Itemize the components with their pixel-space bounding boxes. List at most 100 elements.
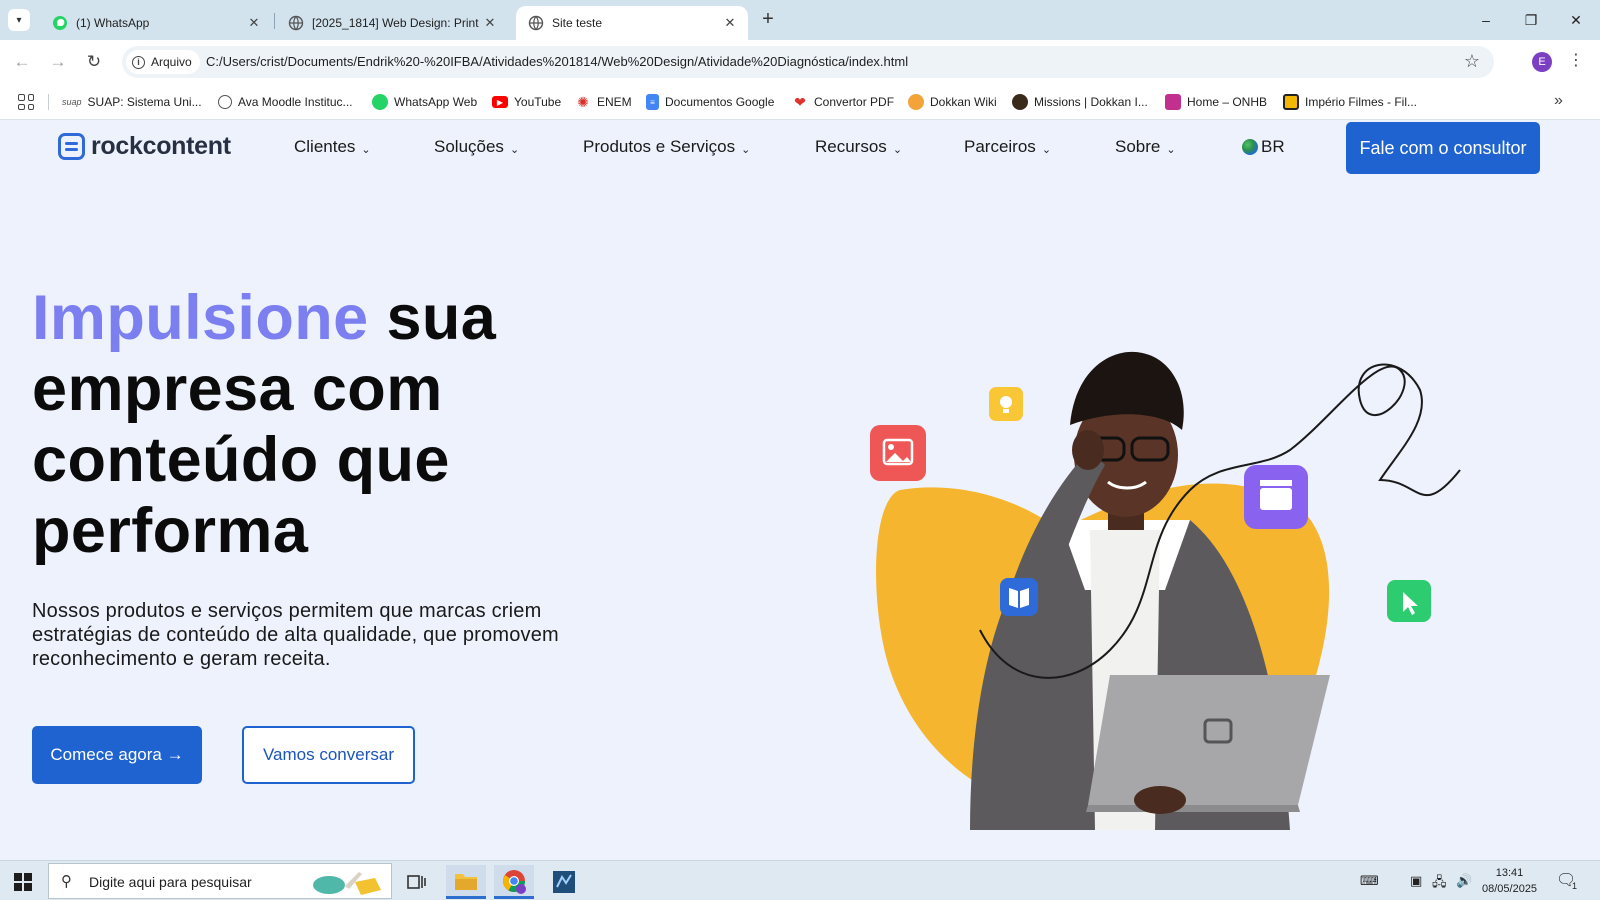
bookmark-label: Dokkan Wiki <box>930 95 997 109</box>
missions-icon <box>1012 94 1028 110</box>
onhb-icon <box>1165 94 1181 110</box>
comece-agora-button[interactable]: Comece agora → <box>32 726 202 784</box>
nav-parceiros[interactable]: Parceiros ⌄ <box>964 137 1051 157</box>
address-bar[interactable]: i Arquivo C:/Users/crist/Documents/Endri… <box>122 46 1494 78</box>
tab-whatsapp[interactable]: (1) WhatsApp ✕ <box>40 6 272 40</box>
taskbar-search-placeholder: Digite aqui para pesquisar <box>89 874 252 890</box>
task-view-icon[interactable] <box>396 865 436 899</box>
chevron-down-icon: ⌄ <box>892 143 903 156</box>
nav-sobre[interactable]: Sobre ⌄ <box>1115 137 1176 157</box>
bookmark-ava-moodle[interactable]: Ava Moodle Instituc... <box>218 93 353 111</box>
lightbulb-icon <box>989 387 1023 421</box>
enem-icon: ✺ <box>577 93 589 110</box>
bookmark-missions-dokkan[interactable]: Missions | Dokkan I... <box>1012 93 1148 111</box>
bookmark-youtube[interactable]: ▶ YouTube <box>492 93 561 111</box>
bookmark-suap[interactable]: suap SUAP: Sistema Uni... <box>62 93 202 111</box>
cursor-click-icon <box>1387 580 1431 622</box>
site-info-chip[interactable]: i Arquivo <box>126 50 200 74</box>
windows-start-icon[interactable] <box>14 873 32 891</box>
minimize-button[interactable]: – <box>1474 8 1498 32</box>
tab-title: [2025_1814] Web Design: Print d <box>312 16 480 30</box>
clock-time: 13:41 <box>1495 867 1524 879</box>
language-selector[interactable]: BR <box>1242 137 1285 157</box>
bookmark-onhb[interactable]: Home – ONHB <box>1165 93 1267 111</box>
google-docs-icon: ≡ <box>646 94 659 110</box>
info-icon: i <box>132 55 145 69</box>
site-logo[interactable]: rockcontent <box>58 132 231 161</box>
nav-clientes[interactable]: Clientes ⌄ <box>294 137 371 157</box>
bookmarks-divider <box>48 94 49 110</box>
bookmark-enem[interactable]: ✺ ENEM <box>575 93 632 111</box>
tab-site-teste[interactable]: Site teste ✕ <box>516 6 748 40</box>
close-icon[interactable]: ✕ <box>244 15 264 31</box>
more-bookmarks-icon[interactable]: » <box>1554 92 1563 110</box>
heart-icon: ❤ <box>794 93 806 110</box>
close-icon[interactable]: ✕ <box>720 15 740 31</box>
clock-date: 08/05/2025 <box>1482 883 1538 895</box>
imperio-icon <box>1283 94 1299 110</box>
file-explorer-icon[interactable] <box>446 865 486 899</box>
search-icon: ⚲ <box>61 873 72 890</box>
whatsapp-icon <box>372 94 388 110</box>
app-icon[interactable] <box>544 865 584 899</box>
keyboard-icon[interactable]: ⌨ <box>1360 873 1379 889</box>
bookmark-star-icon[interactable]: ☆ <box>1464 51 1480 72</box>
windows-taskbar: ⚲ Digite aqui para pesquisar ⌨ ▣ 🖧 🔊 13:… <box>0 860 1600 900</box>
window-close-button[interactable]: ✕ <box>1564 8 1588 32</box>
back-arrow-icon[interactable]: ← <box>10 50 34 74</box>
network-icon[interactable]: 🖧 <box>1432 873 1447 895</box>
bookmark-whatsapp-web[interactable]: WhatsApp Web <box>372 93 477 111</box>
bookmark-label: WhatsApp Web <box>394 95 478 109</box>
fale-com-consultor-button[interactable]: Fale com o consultor <box>1346 122 1540 174</box>
suap-icon: suap <box>62 97 82 107</box>
tab-divider <box>274 13 275 29</box>
apps-grid-icon[interactable] <box>18 94 34 110</box>
tab-web-design[interactable]: [2025_1814] Web Design: Print d ✕ <box>276 6 508 40</box>
system-clock[interactable]: 13:41 08/05/2025 <box>1482 865 1537 897</box>
nav-solucoes[interactable]: Soluções ⌄ <box>434 137 519 157</box>
close-icon[interactable]: ✕ <box>480 15 500 31</box>
tab-strip: ▾ (1) WhatsApp ✕ [2025_1814] Web Design:… <box>0 0 1600 40</box>
nav-label: Clientes <box>294 137 356 156</box>
nav-produtos-servicos[interactable]: Produtos e Serviços ⌄ <box>583 137 750 157</box>
bookmark-documentos-google[interactable]: ≡ Documentos Google <box>646 93 774 111</box>
forward-arrow-icon[interactable]: → <box>46 50 70 74</box>
volume-icon[interactable]: 🔊 <box>1456 873 1472 889</box>
profile-avatar[interactable]: E <box>1532 52 1552 72</box>
notification-count: 1 <box>1572 881 1578 891</box>
url-text[interactable]: C:/Users/crist/Documents/Endrik%20-%20IF… <box>206 54 908 69</box>
new-tab-button[interactable]: + <box>756 8 780 32</box>
whatsapp-icon <box>53 16 67 30</box>
globe-icon <box>218 95 232 109</box>
globe-icon <box>288 15 304 31</box>
hero-title-accent: Impulsione <box>32 283 369 353</box>
laptop <box>1086 675 1330 814</box>
meet-now-icon[interactable]: ▣ <box>1410 873 1422 889</box>
bookmark-label: Ava Moodle Instituc... <box>238 95 353 109</box>
globe-icon <box>528 15 544 31</box>
chevron-down-icon: ⌄ <box>741 143 751 156</box>
rockcontent-logo-icon <box>58 133 85 160</box>
more-menu-icon[interactable]: ⋮ <box>1568 50 1584 70</box>
nav-recursos[interactable]: Recursos ⌄ <box>815 137 902 157</box>
chevron-down-icon: ⌄ <box>509 143 520 156</box>
bookmark-dokkan-wiki[interactable]: Dokkan Wiki <box>908 93 997 111</box>
web-page: rockcontent Clientes ⌄ Soluções ⌄ Produtos… <box>0 120 1600 860</box>
restore-button[interactable]: ❐ <box>1519 8 1543 32</box>
bookmark-label: SUAP: Sistema Uni... <box>87 95 202 109</box>
chevron-down-icon: ⌄ <box>361 143 371 156</box>
bookmark-label: YouTube <box>514 95 562 109</box>
bookmark-label: Home – ONHB <box>1187 95 1268 109</box>
reload-icon[interactable]: ↻ <box>82 50 106 74</box>
bookmark-imperio-filmes[interactable]: Império Filmes - Fil... <box>1283 93 1417 111</box>
taskbar-search-box[interactable]: ⚲ Digite aqui para pesquisar <box>48 863 392 899</box>
vamos-conversar-button[interactable]: Vamos conversar <box>242 726 415 784</box>
bookmark-convertor-pdf[interactable]: ❤ Convertor PDF <box>792 93 894 111</box>
chrome-icon[interactable] <box>494 865 534 899</box>
bookmark-label: Documentos Google <box>665 95 775 109</box>
hero-title: Impulsione sua empresa com conteúdo que … <box>32 283 652 567</box>
tab-search-chevron-icon[interactable]: ▾ <box>8 9 30 31</box>
site-info-label: Arquivo <box>151 55 192 69</box>
bookmarks-bar: suap SUAP: Sistema Uni... Ava Moodle Ins… <box>0 84 1600 120</box>
nav-label: Sobre <box>1115 137 1161 156</box>
